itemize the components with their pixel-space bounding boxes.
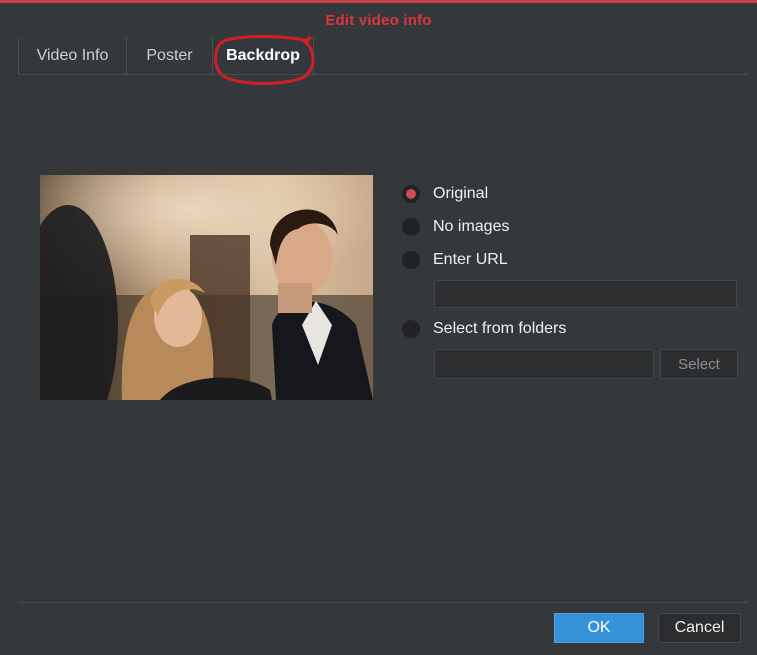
footer-divider <box>18 602 748 603</box>
top-accent-bar <box>0 0 757 3</box>
radio-select-folders[interactable] <box>402 320 420 338</box>
folder-path-input[interactable] <box>434 349 654 379</box>
tab-video-info[interactable]: Video Info <box>18 38 126 74</box>
backdrop-photo <box>40 175 373 400</box>
dialog-title: Edit video info <box>325 12 432 29</box>
option-no-images-label: No images <box>433 218 510 235</box>
tab-backdrop[interactable]: Backdrop <box>212 38 314 74</box>
option-enter-url[interactable]: Enter URL <box>402 248 508 272</box>
tab-poster[interactable]: Poster <box>126 38 212 74</box>
option-enter-url-label: Enter URL <box>433 251 508 268</box>
option-original-label: Original <box>433 185 489 202</box>
select-folder-button[interactable]: Select <box>660 349 738 379</box>
backdrop-preview-image <box>40 175 373 400</box>
option-no-images[interactable]: No images <box>402 215 509 239</box>
option-original[interactable]: Original <box>402 182 488 206</box>
ok-button[interactable]: OK <box>554 613 644 643</box>
radio-no-images[interactable] <box>402 218 420 236</box>
option-select-folders-label: Select from folders <box>433 320 567 337</box>
radio-original[interactable] <box>402 185 420 203</box>
option-select-folders[interactable]: Select from folders <box>402 317 566 341</box>
radio-enter-url[interactable] <box>402 251 420 269</box>
cancel-button[interactable]: Cancel <box>658 613 741 643</box>
tab-bar: Video Info Poster Backdrop <box>18 38 748 75</box>
url-input[interactable] <box>434 280 737 308</box>
